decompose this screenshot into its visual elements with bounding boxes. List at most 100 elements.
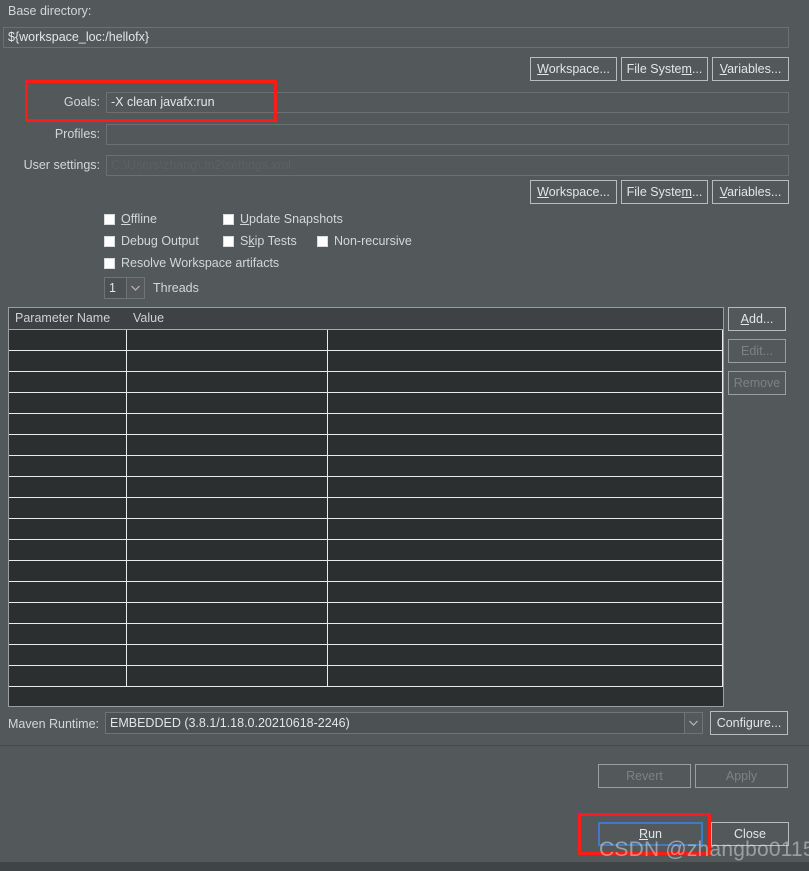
table-row[interactable] — [9, 582, 723, 603]
base-directory-input[interactable]: ${workspace_loc:/hellofx} — [3, 27, 789, 48]
table-cell[interactable] — [127, 414, 328, 434]
table-cell[interactable] — [127, 540, 328, 560]
table-cell[interactable] — [9, 624, 127, 644]
table-cell[interactable] — [127, 603, 328, 623]
table-cell[interactable] — [328, 456, 723, 476]
table-cell[interactable] — [328, 645, 723, 665]
table-cell[interactable] — [9, 498, 127, 518]
table-cell[interactable] — [9, 414, 127, 434]
table-cell[interactable] — [127, 330, 328, 350]
table-cell[interactable] — [328, 435, 723, 455]
parameters-table[interactable]: Parameter Name Value — [8, 307, 724, 707]
table-cell[interactable] — [9, 519, 127, 539]
table-row[interactable] — [9, 456, 723, 477]
goals-input[interactable]: -X clean javafx:run — [106, 92, 789, 113]
table-cell[interactable] — [9, 666, 127, 686]
table-cell[interactable] — [9, 393, 127, 413]
threads-value: 1 — [105, 278, 126, 298]
table-cell[interactable] — [328, 351, 723, 371]
window-bottom-edge — [0, 862, 809, 871]
table-row[interactable] — [9, 540, 723, 561]
checkbox-resolve-workspace-artifacts[interactable]: Resolve Workspace artifacts — [104, 255, 279, 271]
table-cell[interactable] — [9, 540, 127, 560]
table-cell[interactable] — [9, 645, 127, 665]
table-cell[interactable] — [328, 519, 723, 539]
column-header-value[interactable]: Value — [127, 308, 328, 329]
user-settings-input[interactable]: C:\Users\zhang\.m2\settings.xml — [106, 155, 789, 176]
table-cell[interactable] — [9, 372, 127, 392]
table-cell[interactable] — [127, 393, 328, 413]
table-cell[interactable] — [328, 666, 723, 686]
table-row[interactable] — [9, 372, 723, 393]
table-cell[interactable] — [9, 435, 127, 455]
table-cell[interactable] — [328, 561, 723, 581]
table-row[interactable] — [9, 351, 723, 372]
table-cell[interactable] — [127, 435, 328, 455]
table-cell[interactable] — [9, 330, 127, 350]
workspace-button-top[interactable]: Workspace... — [530, 57, 617, 81]
table-cell[interactable] — [328, 477, 723, 497]
table-row[interactable] — [9, 498, 723, 519]
file-system-button-top[interactable]: File System... — [621, 57, 708, 81]
table-row[interactable] — [9, 477, 723, 498]
divider-top — [0, 745, 809, 746]
table-cell[interactable] — [328, 393, 723, 413]
profiles-input[interactable] — [106, 124, 789, 145]
threads-combo[interactable]: 1 — [104, 277, 145, 299]
variables-button-bottom[interactable]: Variables... — [712, 180, 789, 204]
table-cell[interactable] — [127, 582, 328, 602]
checkbox-skip-tests[interactable]: Skip Tests — [223, 233, 297, 249]
table-row[interactable] — [9, 624, 723, 645]
table-cell[interactable] — [9, 456, 127, 476]
table-row[interactable] — [9, 603, 723, 624]
table-row[interactable] — [9, 645, 723, 666]
table-row[interactable] — [9, 435, 723, 456]
table-cell[interactable] — [9, 477, 127, 497]
table-cell[interactable] — [328, 414, 723, 434]
table-cell[interactable] — [328, 582, 723, 602]
table-cell[interactable] — [127, 645, 328, 665]
table-cell[interactable] — [328, 540, 723, 560]
table-row[interactable] — [9, 561, 723, 582]
table-cell[interactable] — [127, 624, 328, 644]
revert-button: Revert — [598, 764, 691, 788]
table-cell[interactable] — [9, 603, 127, 623]
table-cell[interactable] — [328, 372, 723, 392]
table-cell[interactable] — [127, 351, 328, 371]
checkbox-box — [104, 236, 115, 247]
table-cell[interactable] — [328, 498, 723, 518]
table-cell[interactable] — [127, 477, 328, 497]
table-row[interactable] — [9, 414, 723, 435]
table-cell[interactable] — [127, 561, 328, 581]
checkbox-non-recursive[interactable]: Non-recursive — [317, 233, 412, 249]
column-header-parameter-name[interactable]: Parameter Name — [9, 308, 127, 329]
table-cell[interactable] — [127, 666, 328, 686]
checkbox-label: Update Snapshots — [240, 212, 343, 226]
checkbox-offline[interactable]: Offline — [104, 211, 157, 227]
checkbox-box — [104, 214, 115, 225]
column-header-extra[interactable] — [328, 308, 723, 329]
table-cell[interactable] — [127, 519, 328, 539]
table-row[interactable] — [9, 393, 723, 414]
variables-button-top[interactable]: Variables... — [712, 57, 789, 81]
add-parameter-button[interactable]: Add... — [728, 307, 786, 331]
table-cell[interactable] — [127, 456, 328, 476]
configure-button[interactable]: Configure... — [710, 711, 788, 735]
table-cell[interactable] — [328, 624, 723, 644]
checkbox-update-snapshots[interactable]: Update Snapshots — [223, 211, 343, 227]
table-row[interactable] — [9, 519, 723, 540]
table-cell[interactable] — [328, 330, 723, 350]
table-cell[interactable] — [9, 351, 127, 371]
chevron-down-icon — [684, 713, 702, 733]
table-cell[interactable] — [328, 603, 723, 623]
table-row[interactable] — [9, 330, 723, 351]
table-row[interactable] — [9, 666, 723, 687]
table-cell[interactable] — [9, 561, 127, 581]
checkbox-debug-output[interactable]: Debug Output — [104, 233, 199, 249]
table-cell[interactable] — [127, 498, 328, 518]
table-cell[interactable] — [9, 582, 127, 602]
file-system-button-bottom[interactable]: File System... — [621, 180, 708, 204]
workspace-button-bottom[interactable]: Workspace... — [530, 180, 617, 204]
maven-runtime-combo[interactable]: EMBEDDED (3.8.1/1.18.0.20210618-2246) — [105, 712, 703, 734]
table-cell[interactable] — [127, 372, 328, 392]
